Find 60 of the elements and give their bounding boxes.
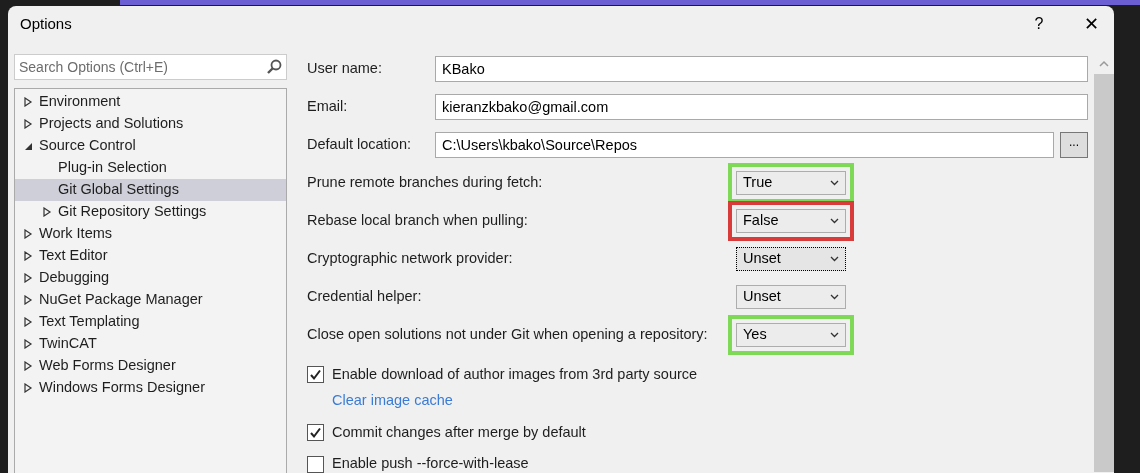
help-button[interactable]: ?	[1016, 6, 1062, 42]
input-field[interactable]: C:\Users\kbako\Source\Repos	[435, 132, 1054, 158]
setting-label: Credential helper:	[307, 287, 423, 307]
dropdown[interactable]: Unset	[736, 247, 846, 271]
dropdown-caret-icon	[830, 294, 839, 300]
field-label: Default location:	[307, 135, 412, 155]
tree-item[interactable]: Text Editor	[15, 245, 286, 267]
clear-cache-link[interactable]: Clear image cache	[332, 389, 453, 412]
expand-icon[interactable]	[23, 361, 33, 371]
tree-item[interactable]: Web Forms Designer	[15, 355, 286, 377]
setting-label: Prune remote branches during fetch:	[307, 173, 544, 193]
tree-item[interactable]: Git Repository Settings	[15, 201, 286, 223]
expand-icon[interactable]	[23, 97, 33, 107]
dropdown[interactable]: True	[736, 171, 846, 195]
dropdown[interactable]: False	[736, 209, 846, 233]
expand-icon[interactable]	[23, 119, 33, 129]
checkbox-label[interactable]: Enable download of author images from 3rd party source	[332, 364, 698, 386]
field-label: User name:	[307, 59, 383, 79]
dropdown[interactable]: Unset	[736, 285, 846, 309]
tree-item[interactable]: Git Global Settings	[15, 179, 286, 201]
dropdown-caret-icon	[830, 180, 839, 186]
dropdown-caret-icon	[830, 332, 839, 338]
setting-label: Close open solutions not under Git when opening a repository:	[307, 325, 709, 345]
checkbox-label[interactable]: Enable push --force-with-lease	[332, 453, 529, 473]
checkbox[interactable]	[307, 455, 324, 473]
tree-item[interactable]: Source Control	[15, 135, 286, 157]
checkbox[interactable]	[307, 366, 324, 384]
field-label: Email:	[307, 97, 349, 117]
dropdown[interactable]: Yes	[736, 323, 846, 347]
expand-icon[interactable]	[23, 251, 33, 261]
collapse-icon[interactable]	[23, 141, 33, 151]
input-field[interactable]: KBako	[435, 56, 1088, 82]
checkbox[interactable]	[307, 423, 324, 441]
setting-label: Rebase local branch when pulling:	[307, 211, 529, 231]
tree-item[interactable]: Work Items	[15, 223, 286, 245]
tree-item[interactable]: TwinCAT	[15, 333, 286, 355]
tree-item[interactable]: Projects and Solutions	[15, 113, 286, 135]
setting-label: Cryptographic network provider:	[307, 249, 514, 269]
browse-button[interactable]: ...	[1060, 132, 1088, 158]
tree-item[interactable]: Plug-in Selection	[15, 157, 286, 179]
checkbox-label[interactable]: Commit changes after merge by default	[332, 421, 586, 444]
window-title: Options	[20, 13, 72, 34]
tree-item[interactable]: Text Templating	[15, 311, 286, 333]
tree-item[interactable]: Environment	[15, 91, 286, 113]
expand-icon[interactable]	[23, 383, 33, 393]
dropdown-caret-icon	[830, 218, 839, 224]
search-icon	[266, 59, 282, 75]
expand-icon[interactable]	[23, 317, 33, 327]
expand-icon[interactable]	[23, 295, 33, 305]
input-field[interactable]: kieranzkbako@gmail.com	[435, 94, 1088, 120]
expand-icon[interactable]	[23, 273, 33, 283]
expand-icon[interactable]	[23, 229, 33, 239]
expand-icon[interactable]	[42, 207, 52, 217]
tree-item[interactable]: Windows Forms Designer	[15, 377, 286, 399]
dropdown-caret-icon	[830, 256, 839, 262]
tree-item[interactable]: NuGet Package Manager	[15, 289, 286, 311]
tree-item[interactable]: Debugging	[15, 267, 286, 289]
expand-icon[interactable]	[23, 339, 33, 349]
close-button[interactable]: ✕	[1068, 6, 1114, 42]
search-field[interactable]: Search Options (Ctrl+E)	[14, 54, 287, 80]
